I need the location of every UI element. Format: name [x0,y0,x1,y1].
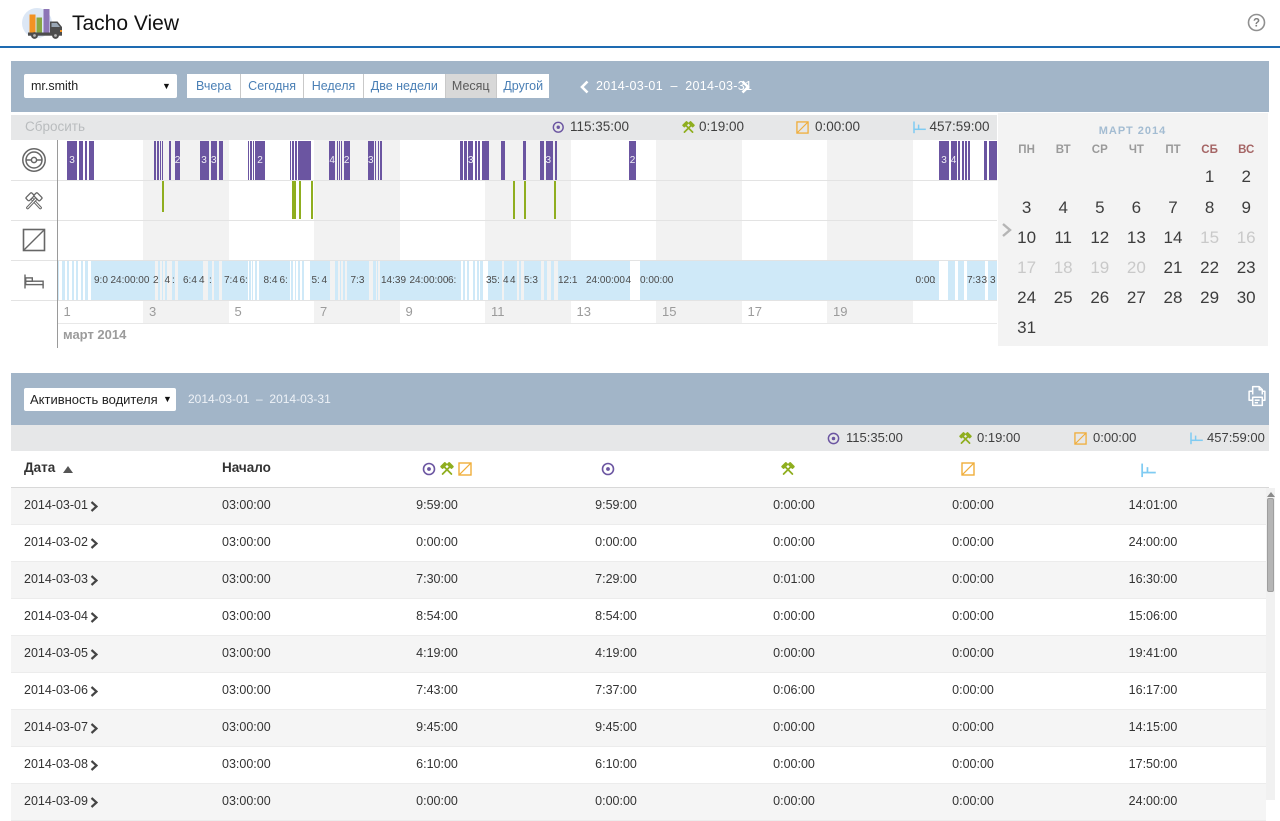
svg-text:?: ? [1253,18,1260,30]
